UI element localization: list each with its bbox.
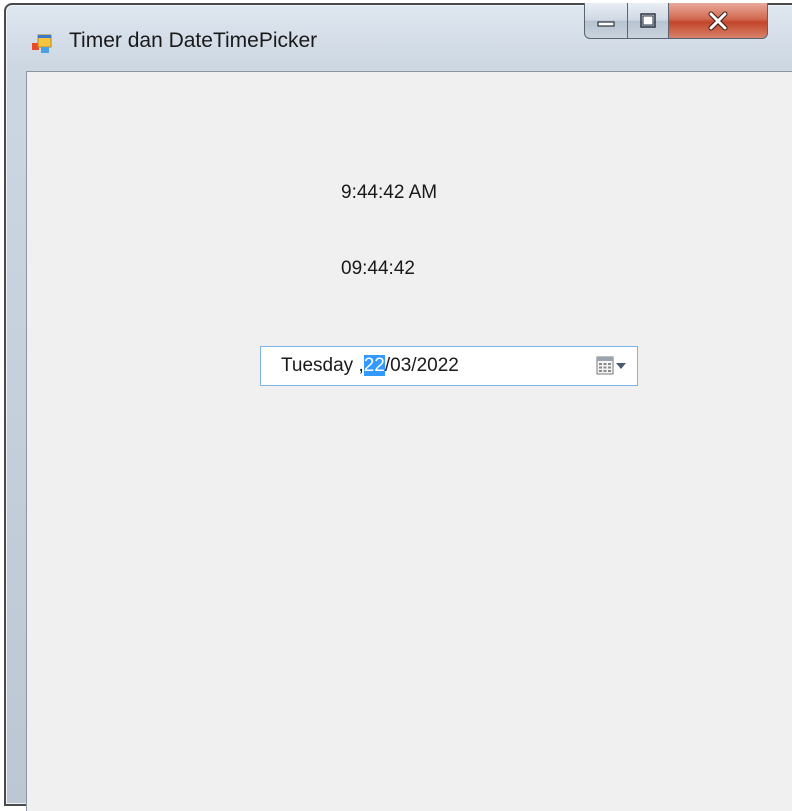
month-year-field[interactable]: /03/2022: [385, 355, 459, 376]
minimize-button[interactable]: [584, 3, 628, 39]
date-time-picker[interactable]: Tuesday ,22/03/2022: [260, 346, 638, 386]
maximize-icon: [640, 12, 656, 28]
minimize-icon: [597, 20, 615, 27]
maximize-button[interactable]: [627, 3, 669, 39]
title-bar[interactable]: Timer dan DateTimePicker: [6, 3, 792, 71]
day-name-field[interactable]: Tuesday: [281, 355, 353, 376]
time-12h-label: 9:44:42 AM: [341, 182, 438, 203]
day-field[interactable]: 22: [363, 355, 385, 376]
time-24h-label: 09:44:42: [341, 258, 415, 279]
app-window-icon: [32, 34, 52, 53]
date-text[interactable]: Tuesday ,22/03/2022: [281, 355, 459, 377]
close-button[interactable]: [668, 3, 768, 39]
calendar-dropdown-icon[interactable]: [595, 355, 629, 377]
close-icon: [708, 11, 728, 30]
window-title: Timer dan DateTimePicker: [69, 29, 318, 52]
form-client-area: 9:44:42 AM 09:44:42 Tuesday ,22/03/2022: [26, 71, 792, 811]
app-window: Timer dan DateTimePicker 9:44:42 AM 09:4…: [4, 3, 792, 811]
separator: ,: [353, 355, 364, 376]
